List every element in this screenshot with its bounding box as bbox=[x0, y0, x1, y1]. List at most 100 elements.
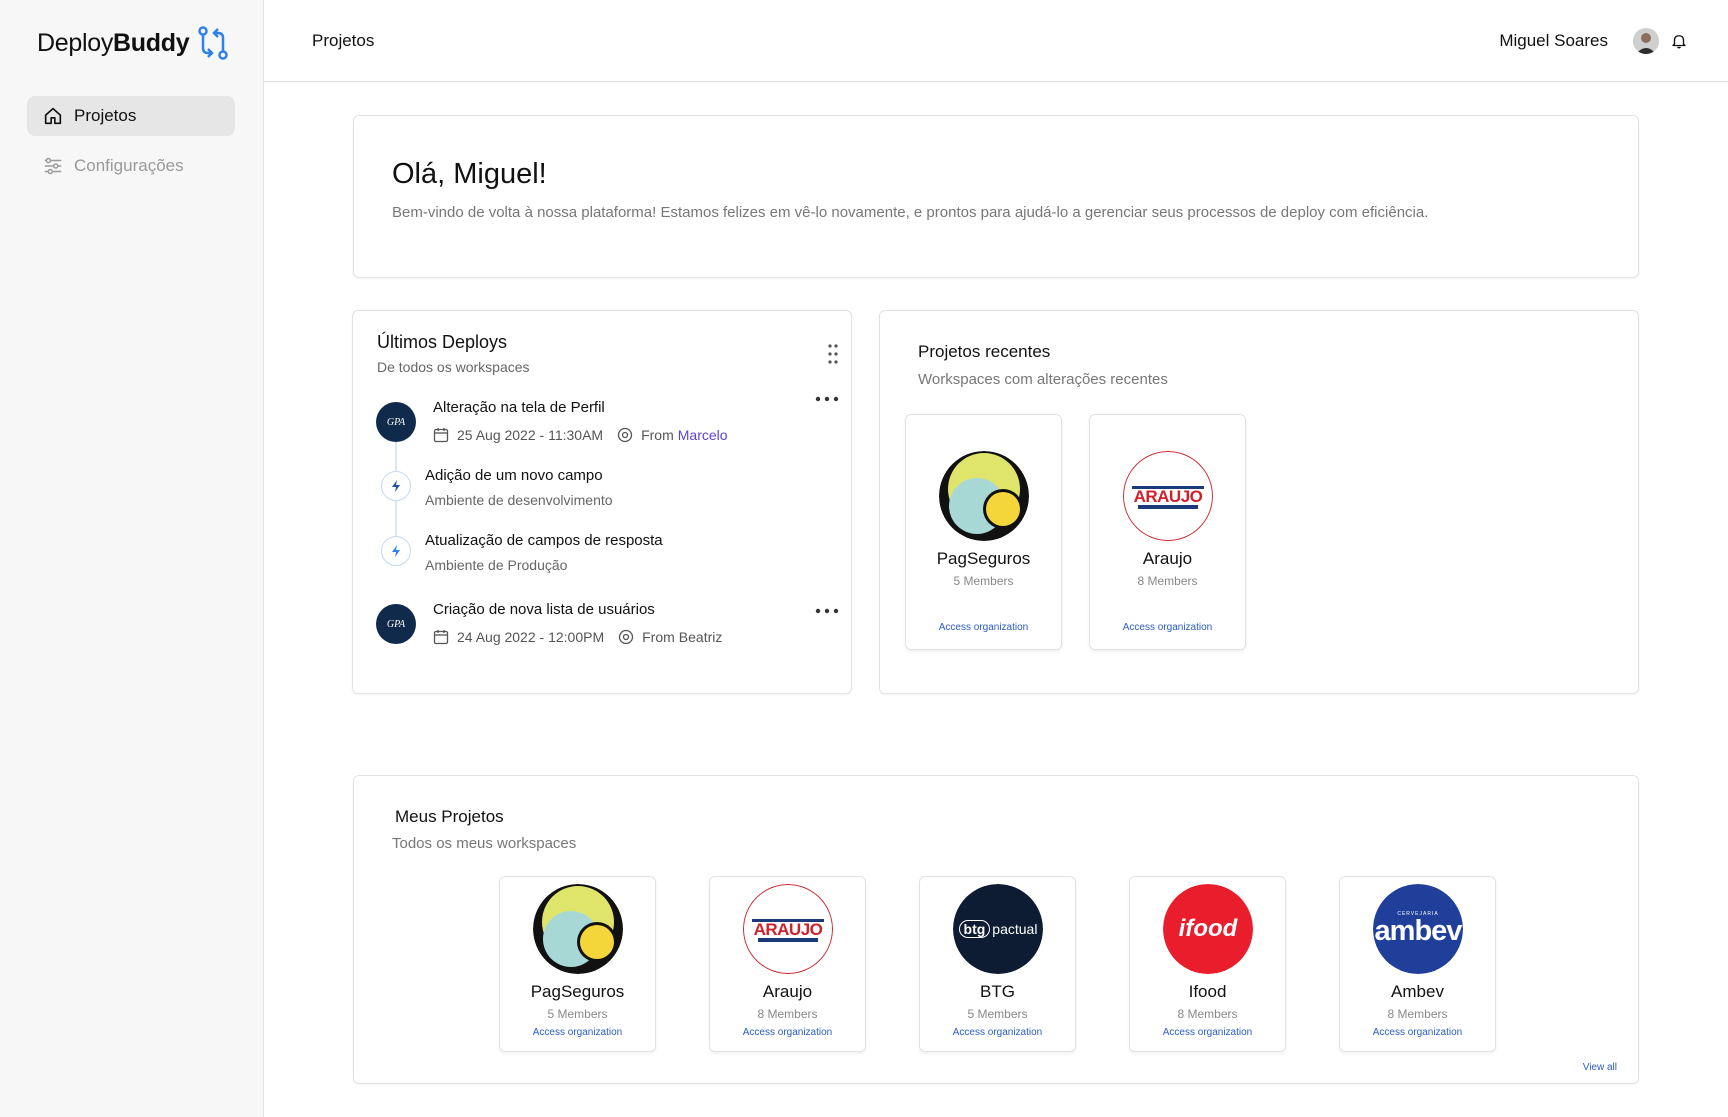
sidebar-item-label: Configurações bbox=[74, 156, 184, 175]
deploy-item-meta: 25 Aug 2022 - 11:30AM From Marcelo bbox=[433, 427, 728, 443]
org-card-pagseguros[interactable]: PagSeguros 5 Members Access organization bbox=[499, 876, 656, 1052]
deploys-subtitle: De todos os workspaces bbox=[377, 359, 530, 375]
from-name-link[interactable]: Marcelo bbox=[678, 427, 728, 443]
btg-logo: btg pactual bbox=[953, 884, 1043, 974]
merge-arrows-icon bbox=[198, 26, 229, 60]
pagseguros-logo bbox=[533, 884, 623, 974]
drag-handle-icon[interactable] bbox=[827, 343, 839, 365]
bell-icon[interactable] bbox=[1670, 32, 1688, 50]
org-name: BTG bbox=[980, 982, 1015, 1001]
sidebar-item-label: Projetos bbox=[74, 106, 137, 125]
more-options-icon[interactable] bbox=[815, 608, 839, 614]
org-name: Araujo bbox=[762, 982, 813, 1001]
org-members: 8 Members bbox=[757, 1007, 818, 1021]
deploy-date: 24 Aug 2022 - 12:00PM bbox=[457, 629, 605, 645]
btg-logo-mark: btg bbox=[958, 920, 991, 938]
araujo-logo-text: ARAUJO bbox=[1132, 486, 1204, 506]
access-organization-link[interactable]: Access organization bbox=[1340, 1027, 1495, 1038]
top-bar: Projetos Miguel Soares bbox=[264, 0, 1728, 82]
org-members: 8 Members bbox=[1137, 574, 1198, 588]
user-avatar-icon bbox=[1633, 28, 1659, 54]
org-card-pagseguros[interactable]: PagSeguros 5 Members Access organization bbox=[905, 414, 1062, 650]
org-card-btg[interactable]: btg pactual BTG 5 Members Access organiza… bbox=[919, 876, 1076, 1052]
org-card-ifood[interactable]: ifood Ifood 8 Members Access organizatio… bbox=[1129, 876, 1286, 1052]
araujo-logo-text: ARAUJO bbox=[752, 919, 824, 939]
projects-title: Meus Projetos bbox=[395, 807, 504, 826]
org-members: 8 Members bbox=[1387, 1007, 1448, 1021]
at-icon bbox=[617, 427, 633, 443]
deploy-item-title[interactable]: Criação de nova lista de usuários bbox=[433, 601, 655, 618]
access-organization-link[interactable]: Access organization bbox=[1130, 1027, 1285, 1038]
sidebar-item-configuracoes[interactable]: Configurações bbox=[27, 146, 235, 186]
org-card-araujo[interactable]: ARAUJO Araujo 8 Members Access organizat… bbox=[709, 876, 866, 1052]
welcome-card: Olá, Miguel! Bem-vindo de volta à nossa … bbox=[353, 115, 1639, 278]
gpa-logo: GPA bbox=[376, 402, 416, 442]
from-label: From bbox=[642, 629, 675, 645]
more-options-icon[interactable] bbox=[815, 396, 839, 402]
latest-deploys-card: Últimos Deploys De todos os workspaces G… bbox=[352, 310, 852, 694]
avatar[interactable] bbox=[1633, 28, 1659, 54]
access-organization-link[interactable]: Access organization bbox=[906, 622, 1061, 633]
from-name: Beatriz bbox=[678, 629, 723, 645]
gpa-logo-text: GPA bbox=[386, 618, 406, 630]
pagseguros-logo bbox=[939, 451, 1029, 541]
my-projects-card: Meus Projetos Todos os meus workspaces P… bbox=[353, 775, 1639, 1084]
org-name: Araujo bbox=[1142, 549, 1193, 568]
deploy-bolt-icon bbox=[381, 536, 411, 566]
ambev-logo: CERVEJARIA ambev bbox=[1373, 884, 1463, 974]
araujo-logo: ARAUJO bbox=[743, 884, 833, 974]
access-organization-link[interactable]: Access organization bbox=[1090, 622, 1245, 633]
org-members: 5 Members bbox=[967, 1007, 1028, 1021]
deploy-item-subtitle: Ambiente de Produção bbox=[425, 557, 568, 573]
user-name[interactable]: Miguel Soares bbox=[1499, 31, 1608, 51]
ifood-logo: ifood bbox=[1163, 884, 1253, 974]
deploy-from: From Beatriz bbox=[618, 629, 722, 645]
gpa-logo-text: GPA bbox=[386, 416, 406, 428]
araujo-logo: ARAUJO bbox=[1123, 451, 1213, 541]
brand-bold: Buddy bbox=[113, 28, 190, 57]
ambev-logo-text: ambev bbox=[1374, 914, 1463, 947]
projects-subtitle: Todos os meus workspaces bbox=[392, 835, 577, 852]
org-name: Ambev bbox=[1391, 982, 1444, 1001]
gpa-logo: GPA bbox=[376, 604, 416, 644]
org-members: 5 Members bbox=[547, 1007, 608, 1021]
org-name: PagSeguros bbox=[530, 982, 625, 1001]
ifood-logo-text: ifood bbox=[1178, 915, 1238, 942]
home-icon bbox=[44, 107, 62, 125]
org-name: Ifood bbox=[1188, 982, 1227, 1001]
welcome-title: Olá, Miguel! bbox=[392, 158, 547, 190]
recent-title: Projetos recentes bbox=[918, 342, 1051, 361]
org-card-araujo[interactable]: ARAUJO Araujo 8 Members Access organizat… bbox=[1089, 414, 1246, 650]
view-all-link[interactable]: View all bbox=[1583, 1062, 1617, 1073]
deploy-date: 25 Aug 2022 - 11:30AM bbox=[457, 427, 604, 443]
org-members: 8 Members bbox=[1177, 1007, 1238, 1021]
org-name: PagSeguros bbox=[936, 549, 1031, 568]
recent-projects-card: Projetos recentes Workspaces com alteraç… bbox=[879, 310, 1639, 694]
calendar-icon bbox=[433, 630, 449, 645]
access-organization-link[interactable]: Access organization bbox=[710, 1027, 865, 1038]
access-organization-link[interactable]: Access organization bbox=[500, 1027, 655, 1038]
sliders-icon bbox=[44, 157, 62, 175]
deploy-from: From Marcelo bbox=[617, 427, 728, 443]
app-logo[interactable]: Deploy Buddy bbox=[37, 26, 231, 60]
deploy-item-title[interactable]: Atualização de campos de resposta bbox=[425, 532, 663, 549]
deploy-item-title[interactable]: Adição de um novo campo bbox=[425, 467, 603, 484]
deploy-item-subtitle: Ambiente de desenvolvimento bbox=[425, 492, 613, 508]
sidebar-item-projetos[interactable]: Projetos bbox=[27, 96, 235, 136]
from-label: From bbox=[641, 427, 674, 443]
recent-subtitle: Workspaces com alterações recentes bbox=[918, 371, 1168, 388]
brand-light: Deploy bbox=[37, 28, 114, 57]
deploys-title: Últimos Deploys bbox=[377, 332, 508, 352]
access-organization-link[interactable]: Access organization bbox=[920, 1027, 1075, 1038]
btg-logo-text: pactual bbox=[992, 921, 1038, 937]
deploy-bolt-icon bbox=[381, 471, 411, 501]
deploy-item-meta: 24 Aug 2022 - 12:00PM From Beatriz bbox=[433, 629, 722, 645]
page-title: Projetos bbox=[312, 31, 375, 50]
welcome-text: Bem-vindo de volta à nossa plataforma! E… bbox=[392, 204, 1429, 221]
org-members: 5 Members bbox=[953, 574, 1014, 588]
at-icon bbox=[618, 629, 634, 645]
org-card-ambev[interactable]: CERVEJARIA ambev Ambev 8 Members Access o… bbox=[1339, 876, 1496, 1052]
deploy-item-title[interactable]: Alteração na tela de Perfil bbox=[433, 399, 605, 416]
calendar-icon bbox=[433, 428, 449, 443]
sidebar: Deploy Buddy Projetos Configurações bbox=[0, 0, 264, 1117]
